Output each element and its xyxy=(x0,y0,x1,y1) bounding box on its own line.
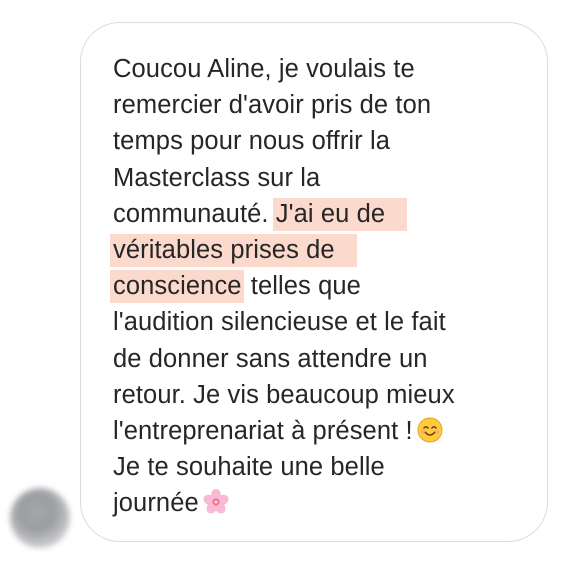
message-line: l'audition silencieuse et le fait xyxy=(113,304,533,340)
message-text-segment: Masterclass sur la xyxy=(113,163,321,192)
cherry-blossom-emoji-icon xyxy=(203,489,229,514)
message-line: journée xyxy=(113,485,533,521)
message-line: l'entreprenariat à présent ! xyxy=(113,413,533,449)
message-line: Je te souhaite une belle xyxy=(113,449,533,485)
highlighted-text: conscience xyxy=(110,270,244,304)
message-line: communauté. J'ai eu de xyxy=(113,196,533,232)
message-text-segment: l'entreprenariat à présent ! xyxy=(113,417,413,446)
message-text-segment: Coucou Aline, je voulais te xyxy=(113,55,415,83)
message-line: véritables prises de xyxy=(110,232,533,268)
sender-avatar[interactable] xyxy=(10,488,70,548)
highlighted-text: véritables prises de xyxy=(110,234,357,268)
message-text-segment: retour. Je vis beaucoup mieux xyxy=(113,380,455,409)
smiling-face-emoji-icon xyxy=(417,417,443,443)
highlighted-text: J'ai eu de xyxy=(272,197,408,231)
chat-view: Coucou Aline, je voulais te remercier d'… xyxy=(0,0,578,566)
message-text-segment: Je te souhaite une belle xyxy=(113,453,385,482)
message-line: temps pour nous offrir la xyxy=(113,123,533,159)
message-line: remercier d'avoir pris de ton xyxy=(113,87,533,123)
message-line: Coucou Aline, je voulais te xyxy=(113,51,533,87)
message-text-segment: telles que xyxy=(250,272,361,301)
message-text-segment: l'audition silencieuse et le fait xyxy=(113,308,446,337)
message-line: de donner sans attendre un xyxy=(113,341,533,377)
message-line: Masterclass sur la xyxy=(113,160,533,196)
message-text-segment: de donner sans attendre un xyxy=(113,344,428,373)
message-text-segment: journée xyxy=(113,489,199,518)
message-text-segment: temps pour nous offrir la xyxy=(113,127,390,156)
message-line: retour. Je vis beaucoup mieux xyxy=(113,377,533,413)
message-text-segment: communauté. xyxy=(113,199,269,228)
message-text: Coucou Aline, je voulais te remercier d'… xyxy=(110,51,533,522)
message-text-segment: remercier d'avoir pris de ton xyxy=(113,91,432,120)
message-line: conscience telles que xyxy=(110,268,533,304)
